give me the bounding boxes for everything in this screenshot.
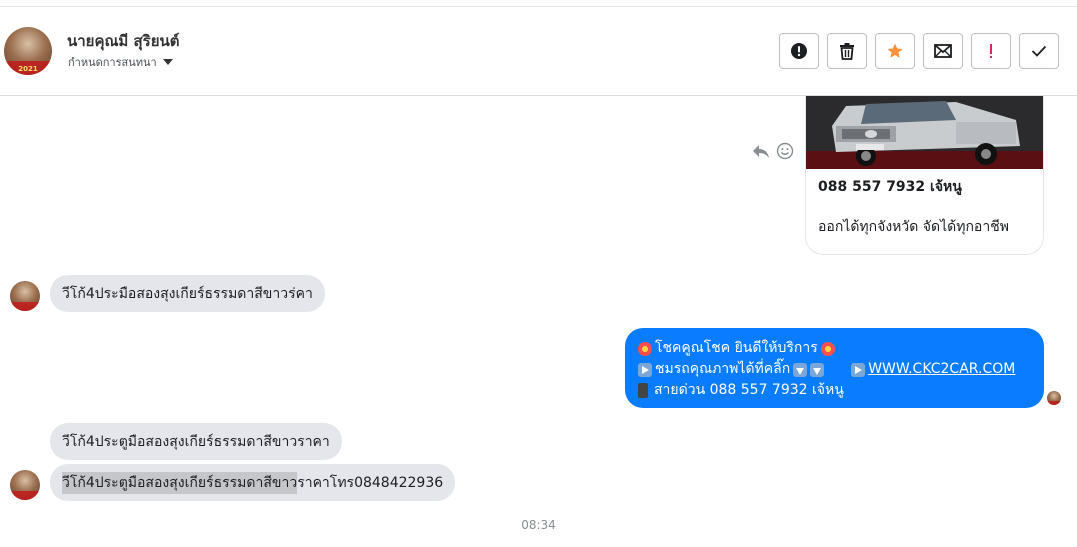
exclamation-circle-icon (791, 43, 807, 59)
mobile-phone-emoji-icon (638, 383, 648, 398)
check-icon (1031, 45, 1047, 57)
conversation-thread: 088 557 7932 เจ้หนู ออกได้ทุกจังหวัด จัด… (0, 96, 1077, 547)
down-arrow-emoji-icon (810, 362, 825, 377)
header-actions (779, 33, 1059, 69)
card-description: ออกได้ทุกจังหวัด จัดได้ทุกอาชีพ (818, 219, 1009, 235)
incoming-message[interactable]: วีโก้4ประมือสองสุงเกียร์ธรรมดาสีขาวร่คา (50, 275, 325, 312)
shared-post-card[interactable]: 088 557 7932 เจ้หนู ออกได้ทุกจังหวัด จัด… (805, 96, 1044, 255)
star-icon (887, 43, 903, 58)
caret-down-icon (162, 59, 173, 65)
message-text: สายด่วน 088 557 7932 เจ้หนู (654, 382, 844, 398)
play-button-emoji-icon (851, 362, 866, 377)
message-line: ชมรถคุณภาพได้ที่คลิ๊ก WWW.CKC2CAR.COM (638, 359, 1032, 380)
conversation-status-dropdown[interactable]: กำหนดการสนทนา (68, 53, 173, 71)
message-text: ชมรถคุณภาพได้ที่คลิ๊ก (655, 361, 791, 377)
truck-illustration (806, 96, 1043, 169)
down-arrow-emoji-icon (793, 362, 808, 377)
mark-unread-button[interactable] (923, 33, 963, 69)
play-button-emoji-icon (638, 362, 652, 377)
reply-icon[interactable] (752, 143, 770, 159)
contact-name[interactable]: นายคุณมี สุริยนต์ (67, 29, 180, 53)
conversation-status-label: กำหนดการสนทนา (68, 56, 157, 69)
envelope-icon (934, 44, 952, 58)
message-text: วีโก้4ประมือสองสุงเกียร์ธรรมดาสีขาวร่คา (62, 285, 313, 302)
incoming-message[interactable]: วีโก้4ประตูมือสองสุงเกียร์ธรรมดาสีขาวราค… (50, 464, 456, 501)
card-title: 088 557 7932 เจ้หนู (818, 179, 962, 195)
priority-button[interactable] (971, 33, 1011, 69)
message-text: โชคคูณโชค ยินดีให้บริการ (655, 340, 818, 356)
message-line: สายด่วน 088 557 7932 เจ้หนู (638, 380, 1032, 401)
contact-avatar[interactable]: 2021 (4, 27, 52, 75)
emoji-reaction-icon[interactable] (776, 142, 794, 160)
message-line: โชคคูณโชค ยินดีให้บริการ (638, 338, 1032, 359)
collision-emoji-icon (820, 341, 835, 356)
delete-button[interactable] (827, 33, 867, 69)
sender-avatar[interactable] (10, 281, 40, 311)
message-text: วีโก้4ประตูมือสองสุงเกียร์ธรรมดาสีขาวราค… (62, 433, 330, 450)
pickup-truck-image[interactable] (806, 96, 1043, 169)
incoming-message[interactable]: วีโก้4ประตูมือสองสุงเกียร์ธรรมดาสีขาวราค… (50, 423, 342, 460)
mark-spam-button[interactable] (779, 33, 819, 69)
mark-done-button[interactable] (1019, 33, 1059, 69)
message-actions (752, 142, 794, 160)
avatar-year-text: 2021 (18, 65, 38, 73)
sender-avatar[interactable] (10, 470, 40, 500)
exclamation-icon (990, 44, 992, 58)
selected-text-highlight: วีโก้4ประตูมือสองสุงเกียร์ธรรมดาสีขาว (62, 471, 298, 494)
website-link[interactable]: WWW.CKC2CAR.COM (868, 359, 1015, 380)
message-timestamp: 08:34 (521, 518, 556, 532)
trash-icon (840, 43, 854, 60)
seen-indicator-avatar (1047, 391, 1061, 405)
collision-emoji-icon (638, 341, 652, 356)
message-text: ราคาโทร0848422936 (297, 474, 444, 491)
star-button[interactable] (875, 33, 915, 69)
outgoing-message[interactable]: โชคคูณโชค ยินดีให้บริการ ชมรถคุณภาพได้ที… (625, 328, 1044, 408)
conversation-header: 2021 นายคุณมี สุริยนต์ กำหนดการสนทนา (0, 7, 1077, 96)
